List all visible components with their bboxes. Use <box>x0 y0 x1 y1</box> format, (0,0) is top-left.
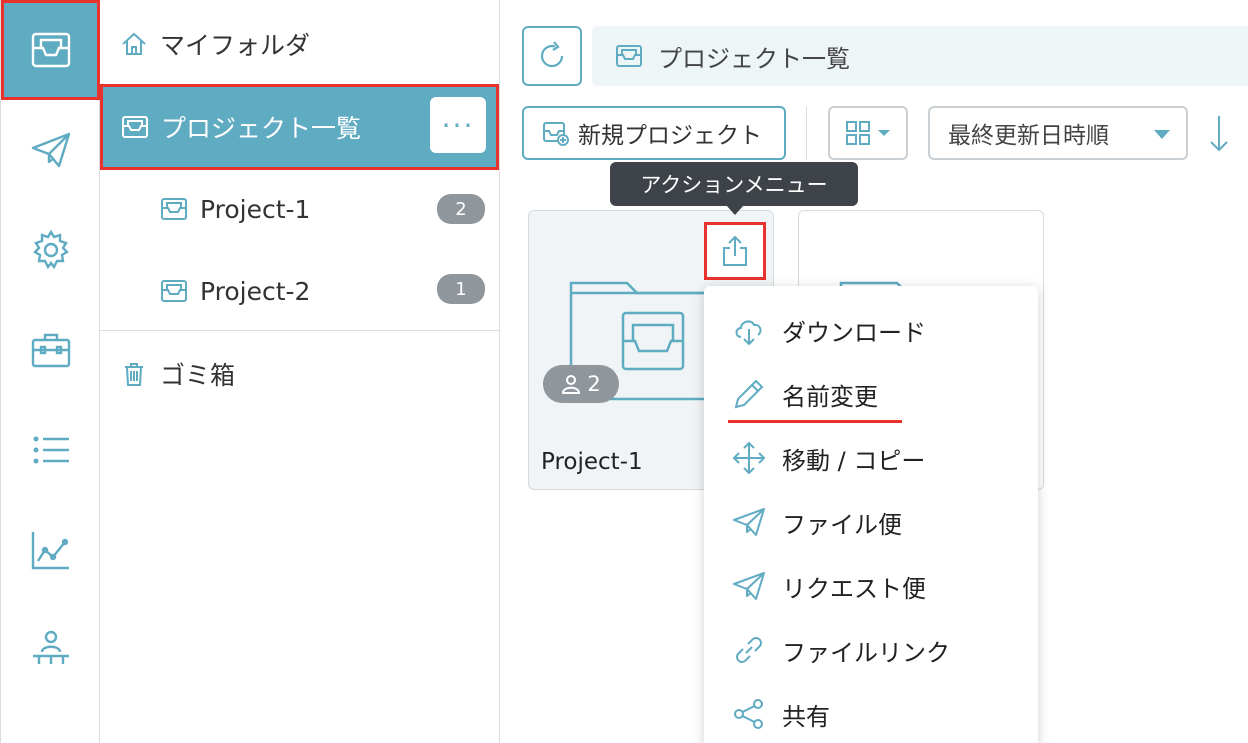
project-box-icon <box>31 32 70 68</box>
menu-item-label: 共有 <box>782 702 830 731</box>
menu-item-label: ファイルリンク <box>782 638 950 667</box>
rail-item-tools[interactable] <box>1 300 100 400</box>
grid-icon <box>846 121 870 145</box>
menu-item-label: ファイル便 <box>782 510 902 539</box>
member-count: 2 <box>587 372 601 396</box>
action-menu: ダウンロード 名前変更 移動 / コピー ファイル便 リクエスト便 ファイルリン… <box>704 286 1038 743</box>
action-menu-tooltip: アクションメニュー <box>610 162 858 215</box>
tree-item-project-2[interactable]: Project-2 1 <box>100 260 499 322</box>
tree-item-my-folder[interactable]: マイフォルダ <box>100 18 499 70</box>
sort-select-value: 最終更新日時順 <box>948 123 1109 149</box>
rename-highlight-underline <box>728 420 902 423</box>
menu-item-file-link[interactable]: ファイルリンク <box>732 630 950 670</box>
toolbar-separator <box>806 106 807 160</box>
menu-item-download[interactable]: ダウンロード <box>732 310 926 350</box>
paper-plane-icon <box>733 572 765 600</box>
line-chart-icon <box>31 532 69 570</box>
rail-item-settings[interactable] <box>1 200 100 300</box>
new-project-button[interactable]: 新規プロジェクト <box>522 106 786 160</box>
project-box-icon <box>161 198 187 220</box>
project-box-icon <box>122 116 148 138</box>
breadcrumb-label: プロジェクト一覧 <box>658 44 850 73</box>
rail-item-send[interactable] <box>1 100 100 200</box>
org-chart-icon <box>32 630 69 664</box>
tree-item-project-list[interactable]: プロジェクト一覧 ··· <box>100 84 499 170</box>
cloud-download-icon <box>735 320 762 346</box>
move-arrows-icon <box>732 441 766 475</box>
tree-item-label: Project-2 <box>200 276 311 306</box>
rail-item-list[interactable] <box>1 400 100 500</box>
list-icon <box>33 436 69 464</box>
count-badge: 1 <box>437 274 485 304</box>
count-badge: 2 <box>437 194 485 224</box>
toolbox-icon <box>31 333 70 368</box>
rail-item-projects[interactable] <box>1 0 100 100</box>
menu-item-label: 移動 / コピー <box>782 446 926 475</box>
more-actions-button[interactable]: ··· <box>430 97 486 153</box>
refresh-button[interactable] <box>522 26 582 86</box>
home-icon <box>122 32 146 55</box>
tree-item-trash[interactable]: ゴミ箱 <box>100 348 499 400</box>
user-icon <box>562 375 581 394</box>
menu-item-move-copy[interactable]: 移動 / コピー <box>732 438 925 478</box>
trash-icon <box>125 363 143 386</box>
tree-item-label: プロジェクト一覧 <box>161 114 362 143</box>
menu-item-label: 名前変更 <box>782 382 878 411</box>
chevron-down-icon <box>878 130 890 136</box>
new-project-label: 新規プロジェクト <box>578 123 762 149</box>
folder-tree: マイフォルダ プロジェクト一覧 ··· Project-1 2 Project-… <box>100 0 500 743</box>
chevron-down-icon <box>1154 130 1170 139</box>
sort-select[interactable]: 最終更新日時順 <box>928 106 1188 160</box>
paper-plane-icon <box>733 508 765 536</box>
sort-direction-icon[interactable] <box>1204 112 1234 156</box>
rail-item-organization[interactable] <box>1 600 100 700</box>
view-mode-button[interactable] <box>828 106 908 160</box>
gear-icon <box>32 229 69 270</box>
share-icon <box>734 699 763 729</box>
card-title: Project-1 <box>541 449 643 475</box>
tree-divider <box>100 330 499 331</box>
pencil-icon <box>734 379 764 409</box>
breadcrumb: プロジェクト一覧 <box>592 26 1248 86</box>
left-rail <box>0 0 100 743</box>
link-icon <box>736 637 762 663</box>
rail-item-reports[interactable] <box>1 500 100 600</box>
menu-item-rename[interactable]: 名前変更 <box>732 374 878 414</box>
tree-item-label: ゴミ箱 <box>160 361 236 390</box>
paper-plane-icon <box>31 132 70 168</box>
tree-item-label: Project-1 <box>200 194 311 224</box>
member-count-badge: 2 <box>543 365 619 403</box>
card-action-button[interactable] <box>704 222 766 280</box>
menu-item-request-delivery[interactable]: リクエスト便 <box>732 566 926 606</box>
project-box-icon <box>616 45 642 67</box>
menu-item-share[interactable]: 共有 <box>732 694 830 734</box>
refresh-icon <box>540 41 564 68</box>
share-upload-icon <box>723 235 747 266</box>
tree-item-label: マイフォルダ <box>160 31 311 60</box>
new-project-icon <box>543 122 569 146</box>
menu-item-label: ダウンロード <box>782 318 926 347</box>
project-box-icon <box>161 280 187 302</box>
tree-item-project-1[interactable]: Project-1 2 <box>100 178 499 240</box>
menu-item-file-delivery[interactable]: ファイル便 <box>732 502 902 542</box>
menu-item-label: リクエスト便 <box>782 574 926 603</box>
